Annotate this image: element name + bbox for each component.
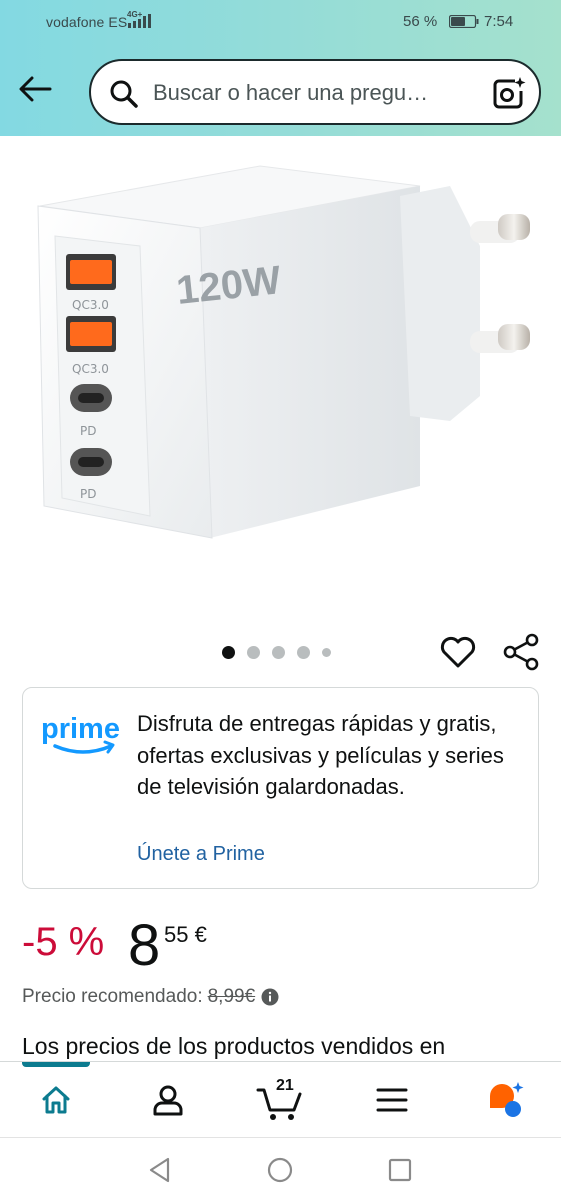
active-tab-indicator — [22, 1062, 90, 1067]
nav-rufus-assistant[interactable] — [476, 1074, 532, 1126]
system-navigation-bar — [0, 1137, 561, 1200]
system-recents-icon[interactable] — [386, 1156, 414, 1184]
info-icon[interactable] — [261, 988, 279, 1006]
carousel-dot[interactable] — [272, 645, 285, 659]
bottom-navigation: 21 — [0, 1061, 561, 1137]
home-icon — [42, 1086, 70, 1114]
share-button[interactable] — [501, 632, 541, 672]
port-label: PD — [80, 487, 96, 501]
prime-description: Disfruta de entregas rápidas y gratis, o… — [137, 711, 504, 799]
battery-icon — [449, 15, 479, 28]
price-whole: 8 — [128, 913, 161, 978]
product-image[interactable]: QC3.0 QC3.0 PD PD 120W — [0, 136, 561, 626]
user-icon — [153, 1085, 183, 1116]
nav-home[interactable] — [28, 1074, 84, 1126]
nav-account[interactable] — [140, 1074, 196, 1126]
image-carousel-dots[interactable] — [222, 644, 331, 660]
heart-icon — [440, 636, 476, 668]
prime-logo: prime — [41, 713, 120, 754]
search-bar[interactable] — [89, 59, 541, 125]
recommended-price-label: Precio recomendado: — [22, 986, 203, 1007]
nav-menu[interactable] — [364, 1074, 420, 1126]
status-bar: vodafone ES 4G+ 56 % 7:54 — [0, 0, 561, 42]
recommended-price-value: 8,99€ — [207, 986, 256, 1007]
price-fraction: 55 € — [164, 922, 207, 947]
battery-percent: 56 % — [403, 13, 438, 30]
signal-icon — [128, 14, 151, 28]
hamburger-menu-icon — [376, 1088, 408, 1112]
carousel-dot[interactable] — [247, 645, 260, 659]
system-back-icon[interactable] — [146, 1156, 174, 1184]
join-prime-link[interactable]: Únete a Prime — [137, 843, 265, 866]
prime-promo-card: prime Disfruta de entregas rápidas y gra… — [22, 687, 539, 889]
back-arrow-icon — [19, 76, 52, 102]
charger-illustration: QC3.0 QC3.0 PD PD 120W — [37, 165, 530, 539]
svg-text:prime: prime — [41, 713, 120, 745]
carousel-dot[interactable] — [222, 645, 235, 659]
recommended-price: Precio recomendado: 8,99€ — [22, 986, 279, 1008]
camera-lens-icon[interactable] — [491, 75, 527, 111]
cart-count: 21 — [276, 1077, 294, 1094]
product-page: vodafone ES 4G+ 56 % 7:54 Buscar o hacer… — [0, 0, 561, 1200]
rufus-assistant-icon — [490, 1082, 524, 1117]
port-label: QC3.0 — [72, 298, 109, 312]
system-home-icon[interactable] — [266, 1156, 294, 1184]
app-header: vodafone ES 4G+ 56 % 7:54 — [0, 0, 561, 136]
search-icon — [110, 80, 138, 108]
carousel-dot[interactable] — [322, 647, 331, 657]
back-button[interactable] — [14, 70, 56, 108]
search-input[interactable] — [153, 75, 483, 111]
carousel-dot[interactable] — [297, 645, 310, 659]
pricing-note: Los precios de los productos vendidos en — [22, 1033, 446, 1059]
clock: 7:54 — [484, 13, 514, 30]
carrier-name: vodafone ES — [46, 14, 128, 30]
port-label: PD — [80, 424, 96, 438]
port-label: QC3.0 — [72, 362, 109, 376]
wishlist-button[interactable] — [438, 632, 478, 672]
discount-percent: -5 % — [22, 920, 105, 964]
share-icon — [503, 633, 539, 671]
nav-cart[interactable]: 21 — [252, 1074, 308, 1126]
